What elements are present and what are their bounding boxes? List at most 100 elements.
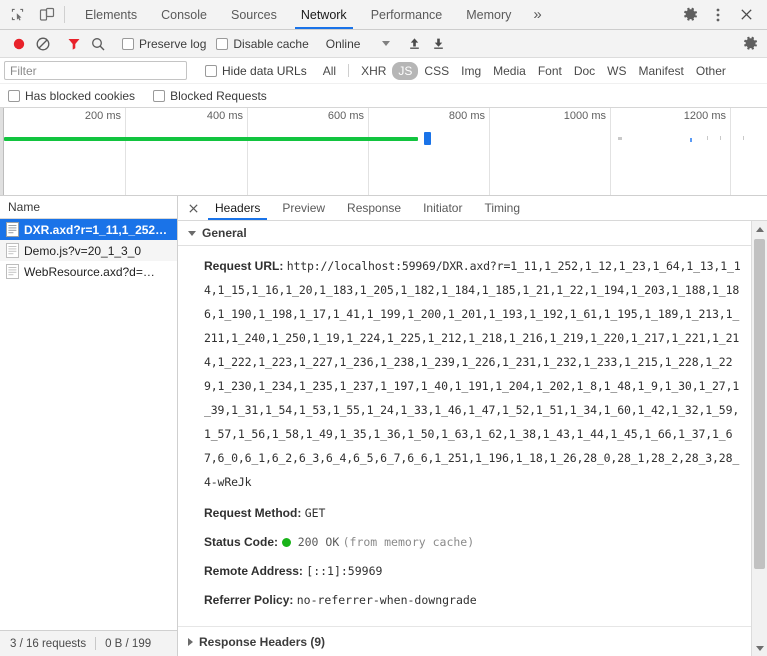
tab-sources[interactable]: Sources bbox=[219, 0, 289, 29]
overview-tick bbox=[730, 108, 731, 195]
tab-console-label: Console bbox=[161, 8, 207, 22]
devtools-window: Elements Console Sources Network Perform… bbox=[0, 0, 767, 656]
throttling-dropdown[interactable]: Online bbox=[322, 37, 395, 51]
search-icon[interactable] bbox=[87, 33, 109, 55]
request-detail-pane: Headers Preview Response Initiator Timin… bbox=[178, 196, 767, 656]
type-filter-js[interactable]: JS bbox=[392, 62, 418, 80]
triangle-right-icon bbox=[188, 638, 193, 646]
tab-console[interactable]: Console bbox=[149, 0, 219, 29]
request-list-header[interactable]: Name bbox=[0, 196, 177, 219]
filter-funnel-icon[interactable] bbox=[63, 33, 85, 55]
request-url-value[interactable]: http://localhost:59969/DXR.axd?r=1_11,1_… bbox=[204, 259, 741, 489]
referrer-policy-label: Referrer Policy: bbox=[204, 593, 293, 607]
detail-tab-timing[interactable]: Timing bbox=[473, 196, 531, 220]
general-rows: Request URL: http://localhost:59969/DXR.… bbox=[178, 246, 751, 626]
overview-tick bbox=[489, 108, 490, 195]
request-row-demo-js[interactable]: Demo.js?v=20_1_3_0 bbox=[0, 240, 177, 261]
disable-cache-label: Disable cache bbox=[233, 37, 308, 51]
resource-type-filters: All XHR JS CSS Img Media Font Doc WS Man… bbox=[317, 62, 732, 80]
blocked-requests-box bbox=[153, 90, 165, 102]
script-file-icon bbox=[6, 243, 19, 258]
network-body: Name DXR.axd?r=1_11,1_252… bbox=[0, 196, 767, 656]
tab-elements[interactable]: Elements bbox=[73, 0, 149, 29]
response-headers-label: Response Headers (9) bbox=[199, 635, 325, 649]
close-panel-icon[interactable] bbox=[182, 196, 204, 220]
triangle-down-icon bbox=[756, 646, 764, 651]
referrer-policy-row: Referrer Policy: no-referrer-when-downgr… bbox=[178, 591, 751, 610]
request-count: 3 / 16 requests bbox=[10, 638, 86, 650]
more-tabs-button[interactable]: » bbox=[523, 0, 551, 29]
blocked-requests-label: Blocked Requests bbox=[170, 89, 267, 103]
request-url-row: Request URL: http://localhost:59969/DXR.… bbox=[178, 254, 751, 494]
blocked-options-bar: Has blocked cookies Blocked Requests bbox=[0, 84, 767, 108]
scroll-up-arrow-icon[interactable] bbox=[752, 221, 767, 237]
overview-faint-marker bbox=[743, 136, 744, 140]
status-code-label: Status Code: bbox=[204, 535, 278, 549]
preserve-log-box bbox=[122, 38, 134, 50]
tab-performance-label: Performance bbox=[371, 8, 443, 22]
status-code-note: (from memory cache) bbox=[343, 535, 475, 549]
type-filter-font[interactable]: Font bbox=[532, 62, 568, 80]
type-filter-xhr[interactable]: XHR bbox=[355, 62, 392, 80]
device-toolbar-icon[interactable] bbox=[37, 5, 56, 24]
download-arrow-icon[interactable] bbox=[427, 33, 449, 55]
hide-data-urls-checkbox[interactable]: Hide data URLs bbox=[201, 64, 311, 78]
tab-memory[interactable]: Memory bbox=[454, 0, 523, 29]
type-filter-img[interactable]: Img bbox=[455, 62, 487, 80]
disable-cache-checkbox[interactable]: Disable cache bbox=[212, 37, 312, 51]
network-overview-timeline[interactable]: 200 ms 400 ms 600 ms 800 ms 1000 ms 1200… bbox=[0, 108, 767, 196]
hide-data-urls-box bbox=[205, 65, 217, 77]
inspect-element-icon[interactable] bbox=[8, 5, 27, 24]
detail-tab-response[interactable]: Response bbox=[336, 196, 412, 220]
clear-icon[interactable] bbox=[32, 33, 54, 55]
upload-arrow-icon[interactable] bbox=[403, 33, 425, 55]
script-file-icon bbox=[6, 222, 19, 237]
scrollbar-thumb[interactable] bbox=[754, 239, 765, 569]
gear-icon[interactable] bbox=[677, 2, 703, 28]
detail-tab-initiator[interactable]: Initiator bbox=[412, 196, 473, 220]
tab-memory-label: Memory bbox=[466, 8, 511, 22]
overview-load-bar bbox=[4, 137, 418, 141]
type-filter-css[interactable]: CSS bbox=[418, 62, 455, 80]
remote-address-row: Remote Address: [::1]:59969 bbox=[178, 562, 751, 581]
type-filter-all[interactable]: All bbox=[317, 62, 342, 80]
has-blocked-cookies-checkbox[interactable]: Has blocked cookies bbox=[8, 89, 139, 103]
detail-tab-preview[interactable]: Preview bbox=[271, 196, 336, 220]
overview-faint-marker bbox=[690, 138, 692, 142]
kebab-menu-icon[interactable] bbox=[705, 2, 731, 28]
network-filter-bar: Hide data URLs All XHR JS CSS Img Media … bbox=[0, 58, 767, 84]
type-filter-ws[interactable]: WS bbox=[601, 62, 632, 80]
overview-tick-label: 1000 ms bbox=[564, 110, 610, 122]
tab-network[interactable]: Network bbox=[289, 0, 359, 29]
type-filter-divider bbox=[348, 64, 349, 77]
overview-tick bbox=[125, 108, 126, 195]
hide-data-urls-label: Hide data URLs bbox=[222, 64, 307, 78]
detail-tab-headers[interactable]: Headers bbox=[204, 196, 271, 220]
type-filter-media[interactable]: Media bbox=[487, 62, 532, 80]
type-filter-manifest[interactable]: Manifest bbox=[633, 62, 690, 80]
request-url-label: Request URL: bbox=[204, 259, 283, 273]
tab-network-label: Network bbox=[301, 8, 347, 22]
overview-tick bbox=[247, 108, 248, 195]
request-list-pane: Name DXR.axd?r=1_11,1_252… bbox=[0, 196, 178, 656]
response-headers-section[interactable]: Response Headers (9) bbox=[178, 626, 751, 656]
tab-elements-label: Elements bbox=[85, 8, 137, 22]
tab-performance[interactable]: Performance bbox=[359, 0, 455, 29]
network-settings-gear-icon[interactable] bbox=[739, 33, 761, 55]
request-row-dxr[interactable]: DXR.axd?r=1_11,1_252… bbox=[0, 219, 177, 240]
type-filter-doc[interactable]: Doc bbox=[568, 62, 601, 80]
status-ok-icon bbox=[282, 538, 291, 547]
general-section-header[interactable]: General bbox=[178, 221, 751, 246]
close-icon[interactable] bbox=[733, 2, 759, 28]
preserve-log-checkbox[interactable]: Preserve log bbox=[118, 37, 210, 51]
scroll-down-arrow-icon[interactable] bbox=[752, 640, 767, 656]
request-row-webresource[interactable]: WebResource.axd?d=… bbox=[0, 261, 177, 282]
overview-tick bbox=[610, 108, 611, 195]
detail-vertical-scrollbar[interactable] bbox=[751, 221, 767, 656]
overview-tick-label: 800 ms bbox=[449, 110, 489, 122]
tabbar-divider bbox=[64, 6, 65, 23]
blocked-requests-checkbox[interactable]: Blocked Requests bbox=[153, 89, 271, 103]
record-icon[interactable] bbox=[8, 33, 30, 55]
type-filter-other[interactable]: Other bbox=[690, 62, 732, 80]
filter-input[interactable] bbox=[4, 61, 187, 80]
